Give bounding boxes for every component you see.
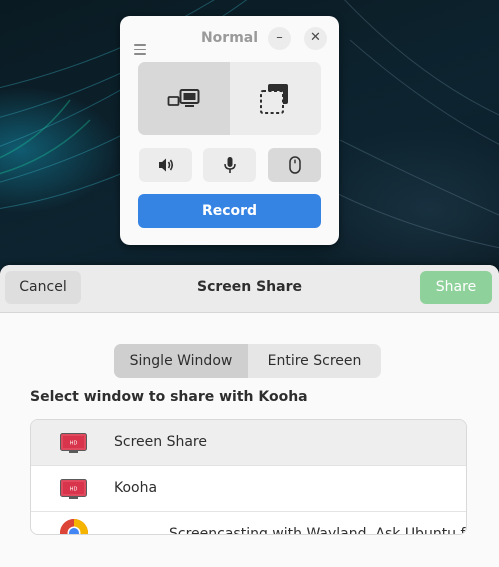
window-title: Screencasting with Wayland, Ask Ubuntu f… [169, 526, 467, 535]
capture-mode-toggle [138, 62, 321, 135]
monitor-window-icon [167, 88, 200, 107]
close-button[interactable]: ✕ [304, 27, 327, 50]
window-list[interactable]: HD Screen Share HD Kooha Screencasting w… [30, 419, 467, 535]
list-item[interactable]: HD Screen Share [31, 420, 466, 466]
window-select-prompt: Select window to share with Kooha [30, 389, 308, 405]
minimize-button[interactable]: – [268, 27, 291, 50]
single-window-option[interactable]: Single Window [114, 344, 248, 378]
mouse-icon [288, 156, 301, 174]
microphone-icon [223, 157, 236, 173]
source-type-switch: Single Window Entire Screen [114, 344, 381, 378]
feature-toggles [138, 148, 321, 182]
screen-share-dialog: Cancel Screen Share Share Single Window … [0, 265, 499, 567]
chrome-icon [60, 519, 88, 534]
dialog-headerbar: Cancel Screen Share Share [0, 265, 499, 313]
kooha-window: Normal – ✕ Record [120, 16, 339, 245]
selection-mode-button[interactable] [230, 62, 322, 135]
desktop-audio-toggle[interactable] [139, 148, 192, 182]
selection-icon [260, 83, 289, 114]
window-title: Screen Share [114, 434, 207, 450]
svg-text:HD: HD [70, 487, 78, 493]
kooha-app-icon: HD [60, 433, 87, 453]
kooha-app-icon: HD [60, 479, 87, 499]
list-item[interactable]: Screencasting with Wayland, Ask Ubuntu f… [31, 512, 467, 535]
list-item[interactable]: HD Kooha [31, 466, 466, 512]
speaker-icon [158, 158, 173, 172]
fullscreen-mode-button[interactable] [138, 62, 230, 135]
window-title: Kooha [114, 480, 158, 496]
entire-screen-option[interactable]: Entire Screen [248, 344, 381, 378]
pointer-toggle[interactable] [268, 148, 321, 182]
svg-text:HD: HD [70, 441, 78, 447]
share-button[interactable]: Share [420, 271, 492, 304]
record-button[interactable]: Record [138, 194, 321, 228]
microphone-toggle[interactable] [203, 148, 256, 182]
